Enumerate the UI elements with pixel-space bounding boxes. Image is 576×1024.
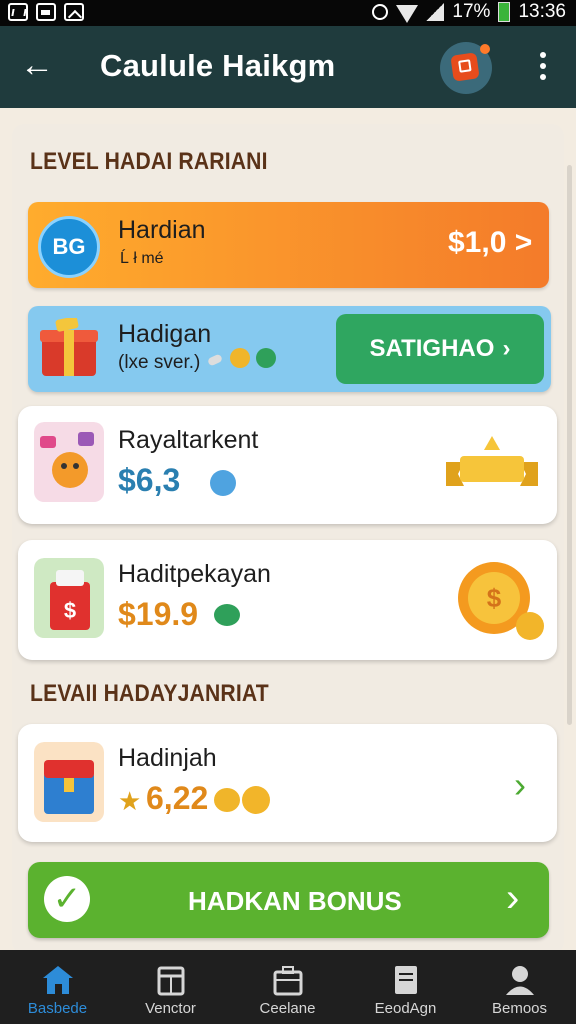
treasure-chest-icon <box>34 742 104 822</box>
claim-button[interactable]: SATIGHAO › <box>336 314 544 384</box>
reward-card-hadinjah[interactable]: Hadinjah ★ 6,22 › <box>18 724 557 842</box>
bonus-button-label: HADKAN BONUS <box>188 886 402 916</box>
coin-icon <box>210 470 236 496</box>
chevron-right-icon: › <box>502 335 511 362</box>
card-subtitle: Ĺ ł mé <box>120 250 164 267</box>
notification-icons <box>8 3 84 21</box>
page-title: Caulule Haikgm <box>100 48 336 83</box>
document-icon <box>389 964 423 996</box>
card-title: Hardian <box>118 216 206 244</box>
notification-dot-icon <box>480 44 490 54</box>
nav-briefcase[interactable]: Ceelane <box>230 950 345 1024</box>
claim-button-label: SATIGHAO <box>369 335 495 362</box>
bottom-navigation: Basbede Venctor Ceelane EeodAgn Bemoos <box>0 950 576 1024</box>
level-card-hadigan[interactable]: Hadigan (lxe sver.) SATIGHAO › <box>28 306 551 392</box>
ribbon-badge-icon <box>446 436 538 486</box>
svg-text:$: $ <box>487 583 502 613</box>
signal-icon <box>426 3 445 21</box>
back-arrow-icon[interactable]: ← <box>20 48 56 84</box>
section-title-daily: LEVEL HADAI RARIANI <box>30 148 268 175</box>
home-icon <box>41 964 75 996</box>
level-badge: BG <box>38 216 100 278</box>
star-icon: ★ <box>118 786 142 816</box>
coin-stack-icon <box>230 348 250 368</box>
coin-icon <box>242 786 270 814</box>
person-icon <box>503 964 537 996</box>
checkmark-icon: ✓ <box>44 876 90 922</box>
pill-icon <box>206 353 224 367</box>
card-price: 6,22 <box>146 780 209 816</box>
gift-box-icon <box>40 318 98 376</box>
upload-notification-icon <box>64 3 84 21</box>
image-notification-icon <box>36 3 56 21</box>
card-price: $6,3 <box>118 462 181 498</box>
calendar-icon <box>154 964 188 996</box>
card-title: Hadigan <box>118 320 212 348</box>
card-subtitle: (lxe sver.) <box>118 352 201 373</box>
app-bar: ← Caulule Haikgm <box>0 26 576 108</box>
app-logo-icon <box>450 52 480 82</box>
nav-calendar[interactable]: Venctor <box>113 950 228 1024</box>
shopping-bag-icon: $ <box>34 558 104 638</box>
clock: 13:36 <box>518 1 566 22</box>
alarm-icon <box>372 4 389 20</box>
nav-documents[interactable]: EeodAgn <box>348 950 463 1024</box>
nav-label: Basbede <box>27 1000 88 1017</box>
battery-percent: 17% <box>452 1 491 22</box>
nav-label: EeodAgn <box>374 1000 437 1017</box>
profile-avatar[interactable] <box>440 42 492 94</box>
svg-text:$: $ <box>64 598 76 623</box>
mail-notification-icon <box>8 3 28 21</box>
status-bar: 17% 13:36 <box>0 0 576 26</box>
card-price: $19.9 <box>118 596 199 632</box>
briefcase-icon <box>271 964 305 996</box>
chevron-right-icon: › <box>506 876 520 920</box>
level-card-hardian[interactable]: BG Hardian Ĺ ł mé $1,0 > <box>28 202 549 288</box>
scrollbar[interactable] <box>567 165 572 725</box>
nav-profile[interactable]: Bemoos <box>462 950 576 1024</box>
nav-label: Venctor <box>145 1000 196 1017</box>
battery-icon <box>498 2 511 22</box>
coin-stack-icon <box>214 788 240 812</box>
gem-stack-icon <box>214 604 240 626</box>
card-title: Haditpekayan <box>118 560 271 588</box>
nav-label: Bemoos <box>491 1000 548 1017</box>
card-title: Rayaltarkent <box>118 426 259 454</box>
candy-character-icon <box>34 422 104 502</box>
card-title: Hadinjah <box>118 744 217 772</box>
bonus-button[interactable]: ✓ HADKAN BONUS › <box>28 862 549 938</box>
card-price: $1,0 > <box>448 226 533 259</box>
sun-coin-icon: $ <box>458 562 544 640</box>
reward-card-haditpekayan[interactable]: $ Haditpekayan $19.9 $ <box>18 540 557 660</box>
wifi-icon <box>396 5 419 23</box>
reward-card-rayaltarkent[interactable]: Rayaltarkent $6,3 <box>18 406 557 524</box>
more-options-icon[interactable] <box>534 52 552 86</box>
gem-icon <box>256 348 276 368</box>
nav-home[interactable]: Basbede <box>0 950 115 1024</box>
nav-label: Ceelane <box>259 1000 316 1017</box>
section-title-weekly: LEVAII HADAYJANRIAT <box>30 680 269 707</box>
chevron-right-icon[interactable]: › <box>514 764 526 806</box>
